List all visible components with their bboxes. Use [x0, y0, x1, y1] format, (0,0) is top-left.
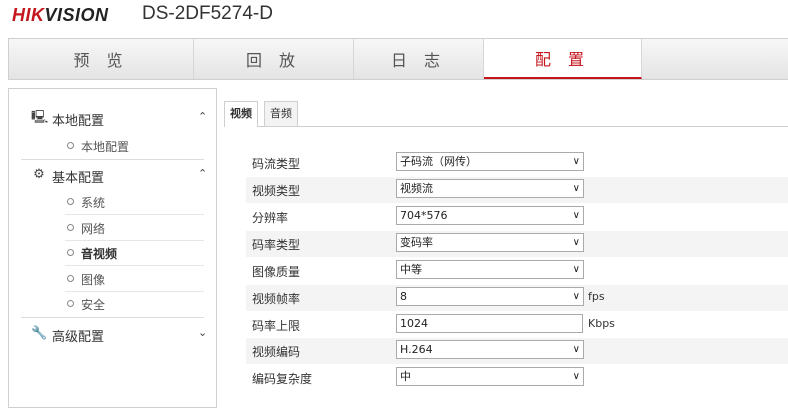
bullet-icon	[67, 275, 74, 282]
field-label: 图像质量	[252, 265, 301, 279]
field-label: 码率上限	[252, 319, 301, 333]
tab-video[interactable]: 视频	[224, 101, 258, 127]
unit-label: fps	[588, 290, 605, 303]
sidebar-section-label: 本地配置	[52, 114, 105, 129]
select-value: 视频流	[400, 182, 433, 195]
divider	[65, 265, 204, 266]
field-label: 码流类型	[252, 157, 301, 171]
video-type-select[interactable]: 视频流 ∨	[396, 179, 584, 198]
sidebar-item-label: 音视频	[81, 247, 118, 261]
row-complexity: 编码复杂度 中 ∨	[246, 365, 788, 391]
sidebar-item-security[interactable]: 安全	[9, 292, 216, 317]
chevron-down-icon: ∨	[572, 291, 580, 302]
tab-audio[interactable]: 音频	[264, 101, 298, 126]
complexity-select[interactable]: 中 ∨	[396, 367, 584, 386]
chevron-down-icon: ∨	[572, 210, 580, 221]
select-value: 中	[400, 370, 411, 383]
chevron-down-icon: ∨	[572, 371, 580, 382]
select-value: 中等	[400, 263, 422, 276]
sidebar-section-advanced[interactable]: 🔧 高级配置 ⌄	[9, 321, 216, 349]
select-value: 8	[400, 290, 407, 303]
bullet-icon	[67, 198, 74, 205]
sidebar-section-basic[interactable]: ⚙ 基本配置 ⌃	[9, 162, 216, 190]
bullet-icon	[67, 142, 74, 149]
field-label: 编码复杂度	[252, 372, 313, 386]
bullet-icon	[67, 300, 74, 307]
chevron-up-icon: ⌃	[198, 167, 208, 180]
sidebar-section-local[interactable]: 🖳 本地配置 ⌃	[9, 105, 216, 133]
sidebar-item-system[interactable]: 系统	[9, 190, 216, 215]
select-value: 704*576	[400, 209, 448, 222]
hikvision-logo: HIKVISION	[12, 5, 109, 25]
sidebar-item-label: 图像	[81, 273, 106, 287]
tab-preview[interactable]: 预 览	[9, 39, 194, 79]
device-model: DS-2DF5274-D	[142, 3, 273, 24]
stream-type-select[interactable]: 子码流（网传） ∨	[396, 152, 584, 171]
sidebar-item-image[interactable]: 图像	[9, 267, 216, 292]
row-encoding: 视频编码 H.264 ∨	[246, 338, 788, 364]
bullet-icon	[67, 224, 74, 231]
row-bitrate-type: 码率类型 变码率 ∨	[246, 231, 788, 257]
sidebar-section-label: 基本配置	[52, 171, 105, 186]
image-quality-select[interactable]: 中等 ∨	[396, 260, 584, 279]
row-max-bitrate: 码率上限 1024 Kbps	[246, 312, 788, 338]
header: HIKVISION DS-2DF5274-D	[0, 0, 788, 36]
monitor-icon: 🖳	[31, 110, 49, 125]
chevron-up-icon: ⌃	[198, 110, 208, 123]
resolution-select[interactable]: 704*576 ∨	[396, 206, 584, 225]
sidebar-item-label: 网络	[81, 222, 106, 236]
tab-configuration[interactable]: 配 置	[484, 39, 642, 79]
row-stream-type: 码流类型 子码流（网传） ∨	[246, 150, 788, 176]
av-subtabs: 视频 音频	[224, 101, 788, 127]
unit-label: Kbps	[588, 317, 615, 330]
config-sidebar: 🖳 本地配置 ⌃ 本地配置 ⚙ 基本配置 ⌃ 系统 网络 音视频 图像 安全 🔧	[8, 88, 217, 408]
row-image-quality: 图像质量 中等 ∨	[246, 258, 788, 284]
chevron-down-icon: ∨	[572, 264, 580, 275]
bullet-icon	[67, 249, 74, 256]
divider	[65, 214, 204, 215]
chevron-down-icon: ∨	[572, 183, 580, 194]
wrench-icon: 🔧	[31, 326, 48, 341]
select-value: 子码流（网传）	[400, 155, 477, 168]
select-value: 变码率	[400, 236, 433, 249]
row-resolution: 分辨率 704*576 ∨	[246, 204, 788, 230]
main-nav: 预 览 回 放 日 志 配 置	[8, 38, 788, 80]
chevron-down-icon: ∨	[572, 237, 580, 248]
field-label: 视频帧率	[252, 292, 301, 306]
field-label: 视频编码	[252, 345, 301, 359]
bitrate-type-select[interactable]: 变码率 ∨	[396, 233, 584, 252]
divider	[21, 159, 204, 160]
field-label: 分辨率	[252, 211, 289, 225]
row-frame-rate: 视频帧率 8 ∨ fps	[246, 285, 788, 311]
divider	[21, 317, 204, 318]
sidebar-item-audio-video[interactable]: 音视频	[9, 241, 216, 266]
sidebar-item-local-config[interactable]: 本地配置	[9, 134, 216, 159]
row-video-type: 视频类型 视频流 ∨	[246, 177, 788, 203]
frame-rate-select[interactable]: 8 ∨	[396, 287, 584, 306]
sidebar-section-label: 高级配置	[52, 330, 105, 345]
sidebar-item-label: 系统	[81, 196, 106, 210]
field-label: 码率类型	[252, 238, 301, 252]
sidebar-item-label: 本地配置	[81, 140, 130, 154]
gear-icon: ⚙	[33, 167, 45, 182]
select-value: H.264	[400, 343, 433, 356]
field-label: 视频类型	[252, 184, 301, 198]
tab-playback[interactable]: 回 放	[194, 39, 354, 79]
tab-log[interactable]: 日 志	[354, 39, 484, 79]
encoding-select[interactable]: H.264 ∨	[396, 340, 584, 359]
chevron-down-icon: ⌄	[198, 326, 208, 339]
sidebar-item-network[interactable]: 网络	[9, 216, 216, 241]
sidebar-item-label: 安全	[81, 298, 106, 312]
chevron-down-icon: ∨	[572, 156, 580, 167]
max-bitrate-input[interactable]: 1024	[396, 314, 583, 333]
chevron-down-icon: ∨	[572, 344, 580, 355]
